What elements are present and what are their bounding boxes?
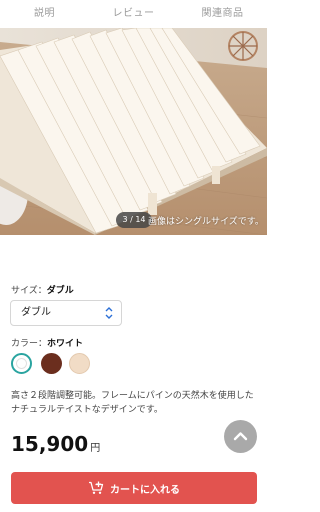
- add-to-cart-label: カートに入れる: [110, 484, 180, 496]
- price: 15,900 円: [11, 432, 100, 456]
- color-swatch-white[interactable]: [11, 353, 32, 374]
- price-unit: 円: [90, 443, 101, 454]
- product-tabs: 説明 レビュー 関連商品: [0, 0, 267, 28]
- size-label: サイズ：ダブル: [11, 283, 74, 296]
- image-counter: 3 / 14: [116, 212, 152, 228]
- tab-reviews[interactable]: レビュー: [89, 0, 178, 28]
- cart-plus-icon: [89, 481, 104, 494]
- tab-related-products[interactable]: 関連商品: [178, 0, 267, 28]
- swatch-inner: [16, 358, 27, 369]
- color-selected-name: ホワイト: [47, 339, 84, 349]
- color-label: カラー：ホワイト: [11, 336, 83, 349]
- image-caption: 画像はシングルサイズです。: [148, 217, 264, 227]
- size-select-value: ダブル: [21, 307, 51, 318]
- color-swatch-natural[interactable]: [69, 353, 90, 374]
- select-arrows-icon: [105, 307, 113, 319]
- price-amount: 15,900: [11, 432, 89, 456]
- size-select[interactable]: ダブル: [10, 300, 122, 326]
- product-image[interactable]: [0, 28, 267, 235]
- product-description: 高さ２段階調整可能。フレームにパインの天然木を使用したナチュラルテイストなデザイ…: [11, 391, 254, 415]
- color-swatch-brown[interactable]: [41, 353, 62, 374]
- add-to-cart-button[interactable]: カートに入れる: [11, 472, 257, 504]
- size-selected-name: ダブル: [46, 286, 74, 296]
- size-label-text: サイズ：: [11, 286, 47, 296]
- tab-description[interactable]: 説明: [0, 0, 89, 28]
- scroll-to-top-button[interactable]: [224, 420, 257, 453]
- chevron-up-icon: [233, 432, 248, 441]
- color-label-text: カラー：: [11, 339, 48, 349]
